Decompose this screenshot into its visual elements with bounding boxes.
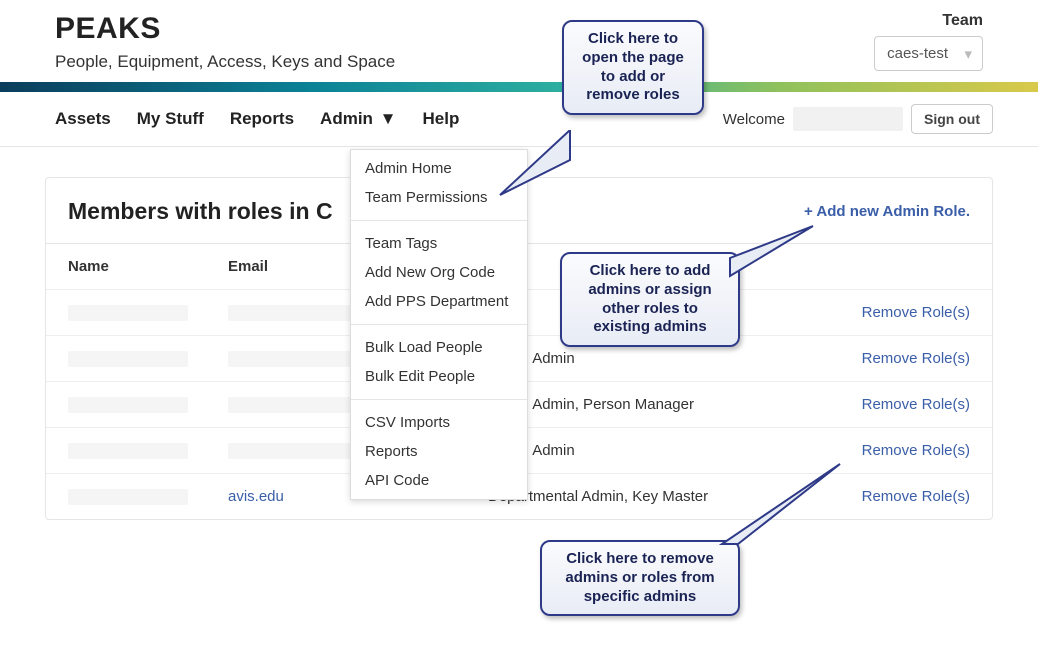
callout-bottom: Click here to remove admins or roles fro… — [540, 540, 740, 616]
roles-cell: nental Admin — [488, 442, 840, 459]
name-redacted — [68, 305, 188, 321]
remove-roles-link[interactable]: Remove Role(s) — [862, 350, 970, 367]
name-redacted — [68, 489, 188, 505]
nav-admin-label: Admin — [320, 109, 373, 128]
remove-roles-link[interactable]: Remove Role(s) — [862, 442, 970, 459]
menu-bulk-edit[interactable]: Bulk Edit People — [351, 362, 527, 395]
username-redacted — [793, 107, 903, 131]
menu-add-pps-dept[interactable]: Add PPS Department — [351, 287, 527, 320]
menu-team-permissions[interactable]: Team Permissions — [351, 183, 527, 216]
menu-api-code[interactable]: API Code — [351, 466, 527, 499]
roles-cell: Departmental Admin, Key Master — [488, 488, 840, 505]
remove-roles-link[interactable]: Remove Role(s) — [862, 488, 970, 505]
nav-reports[interactable]: Reports — [220, 105, 304, 133]
sign-out-button[interactable]: Sign out — [911, 104, 993, 134]
panel-title: Members with roles in C — [68, 198, 333, 225]
nav-assets[interactable]: Assets — [45, 105, 121, 133]
team-selector[interactable]: caes-test ▾ — [874, 36, 983, 71]
name-redacted — [68, 351, 188, 367]
caret-down-icon: ▼ — [380, 109, 397, 128]
menu-bulk-load[interactable]: Bulk Load People — [351, 329, 527, 362]
name-redacted — [68, 397, 188, 413]
nav-admin[interactable]: Admin ▼ — [310, 105, 406, 133]
callout-top: Click here to open the page to add or re… — [562, 20, 704, 115]
chevron-down-icon: ▾ — [964, 45, 972, 63]
add-admin-role-button[interactable]: + Add new Admin Role. — [804, 203, 970, 220]
menu-team-tags[interactable]: Team Tags — [351, 225, 527, 258]
menu-admin-home[interactable]: Admin Home — [351, 150, 527, 183]
roles-cell: nental Admin, Person Manager — [488, 396, 840, 413]
col-name: Name — [68, 258, 228, 275]
team-selected-value: caes-test — [887, 45, 948, 62]
callout-middle: Click here to add admins or assign other… — [560, 252, 740, 347]
roles-cell: nental Admin — [488, 350, 840, 367]
remove-roles-link[interactable]: Remove Role(s) — [862, 396, 970, 413]
welcome-label: Welcome — [723, 111, 785, 128]
remove-roles-link[interactable]: Remove Role(s) — [862, 304, 970, 321]
nav-help[interactable]: Help — [413, 105, 470, 133]
team-label: Team — [874, 12, 983, 30]
menu-add-org-code[interactable]: Add New Org Code — [351, 258, 527, 287]
menu-csv-imports[interactable]: CSV Imports — [351, 404, 527, 437]
gradient-divider — [0, 82, 1038, 92]
main-nav: Assets My Stuff Reports Admin ▼ Help Wel… — [0, 92, 1038, 147]
admin-dropdown: Admin Home Team Permissions Team Tags Ad… — [350, 149, 528, 500]
nav-my-stuff[interactable]: My Stuff — [127, 105, 214, 133]
app-title: PEAKS — [55, 12, 395, 46]
app-subtitle: People, Equipment, Access, Keys and Spac… — [55, 52, 395, 72]
menu-reports[interactable]: Reports — [351, 437, 527, 466]
name-redacted — [68, 443, 188, 459]
